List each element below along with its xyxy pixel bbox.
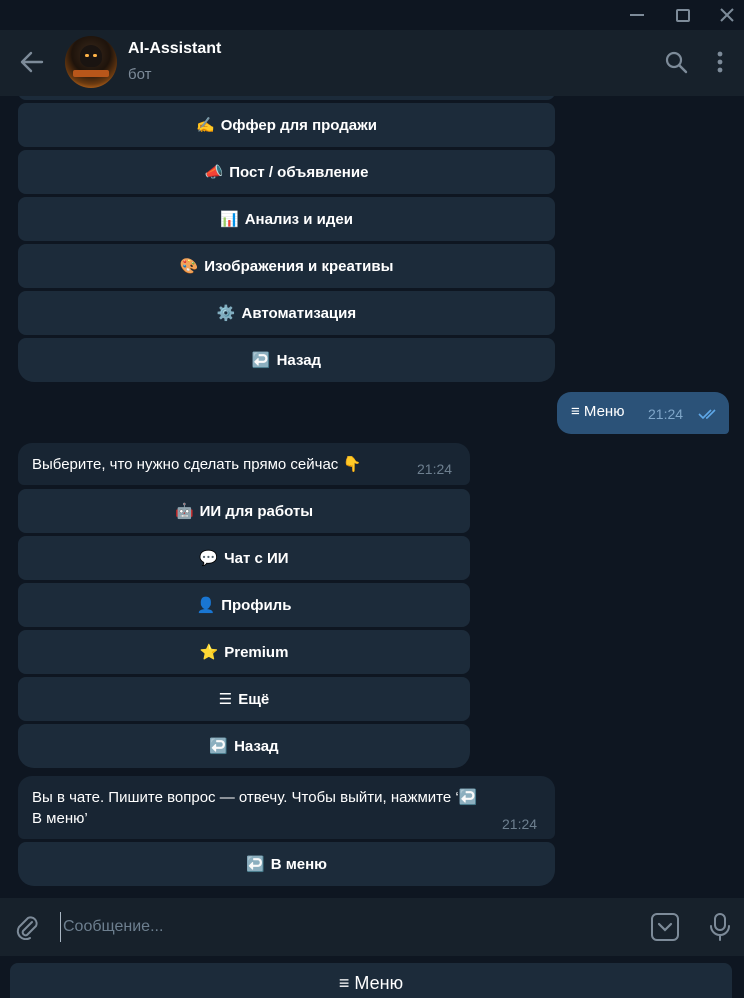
inline-button-back[interactable]: ↩️ Назад [18,724,470,768]
outgoing-message-text: ≡ Меню [571,403,625,420]
keyboard-toggle-button[interactable] [651,913,679,941]
inline-button-post[interactable]: 📣 Пост / объявление [18,150,555,194]
chevron-down-icon [657,922,673,932]
incoming-message[interactable]: Выберите, что нужно сделать прямо сейчас… [18,443,470,485]
message-text: Выберите, что нужно сделать прямо сейчас… [32,456,362,473]
reply-keyboard: ≡ Меню [0,956,744,998]
maximize-button[interactable] [672,4,694,26]
chat-header: AI-Assistant бот [0,30,744,96]
message-time: 21:24 [502,816,538,832]
inline-button-back[interactable]: ↩️ Назад [18,338,555,382]
inline-button-ai-work[interactable]: 🤖 ИИ для работы [18,489,470,533]
chat-subtitle: бот [128,66,152,83]
close-icon [720,8,734,22]
outgoing-message[interactable]: ≡ Меню 21:24 [557,392,729,434]
inline-button-hidden[interactable] [18,96,555,100]
avatar[interactable] [65,36,117,88]
inline-button-images[interactable]: 🎨 Изображения и креативы [18,244,555,288]
inline-button-automation[interactable]: ⚙️ Автоматизация [18,291,555,335]
menu-button[interactable]: ≡ Меню [10,963,732,998]
inline-button-offer[interactable]: ✍️ Оффер для продажи [18,103,555,147]
inline-button-chat-ai[interactable]: 💬 Чат с ИИ [18,536,470,580]
minimize-button[interactable] [626,4,648,26]
message-text-line1: Вы в чате. Пишите вопрос — отвечу. Чтобы… [32,789,478,806]
chat-title[interactable]: AI-Assistant [128,40,221,58]
inline-button-more[interactable]: ☰ Ещё [18,677,470,721]
inline-button-to-menu[interactable]: ↩️ В меню [18,842,555,886]
close-window-button[interactable] [716,4,738,26]
inline-button-analysis[interactable]: 📊 Анализ и идеи [18,197,555,241]
read-checkmarks-icon [698,409,716,420]
message-text-line2: В меню’ [32,810,88,827]
microphone-icon[interactable] [708,912,732,942]
search-icon[interactable] [664,50,688,74]
inline-button-premium[interactable]: ⭐ Premium [18,630,470,674]
attach-icon[interactable] [14,914,40,940]
incoming-message[interactable]: Вы в чате. Пишите вопрос — отвечу. Чтобы… [18,776,555,839]
back-arrow-icon[interactable] [18,48,46,76]
minimize-icon [630,14,644,16]
inline-button-profile[interactable]: 👤 Профиль [18,583,470,627]
message-time: 21:24 [417,461,453,477]
composer [0,898,744,956]
window-titlebar [0,0,744,30]
message-input[interactable] [60,912,620,942]
message-list[interactable]: ✍️ Оффер для продажи 📣 Пост / объявление 📊… [0,96,744,898]
message-time: 21:24 [648,406,684,422]
maximize-icon [676,8,690,22]
more-vertical-icon[interactable] [708,50,732,74]
